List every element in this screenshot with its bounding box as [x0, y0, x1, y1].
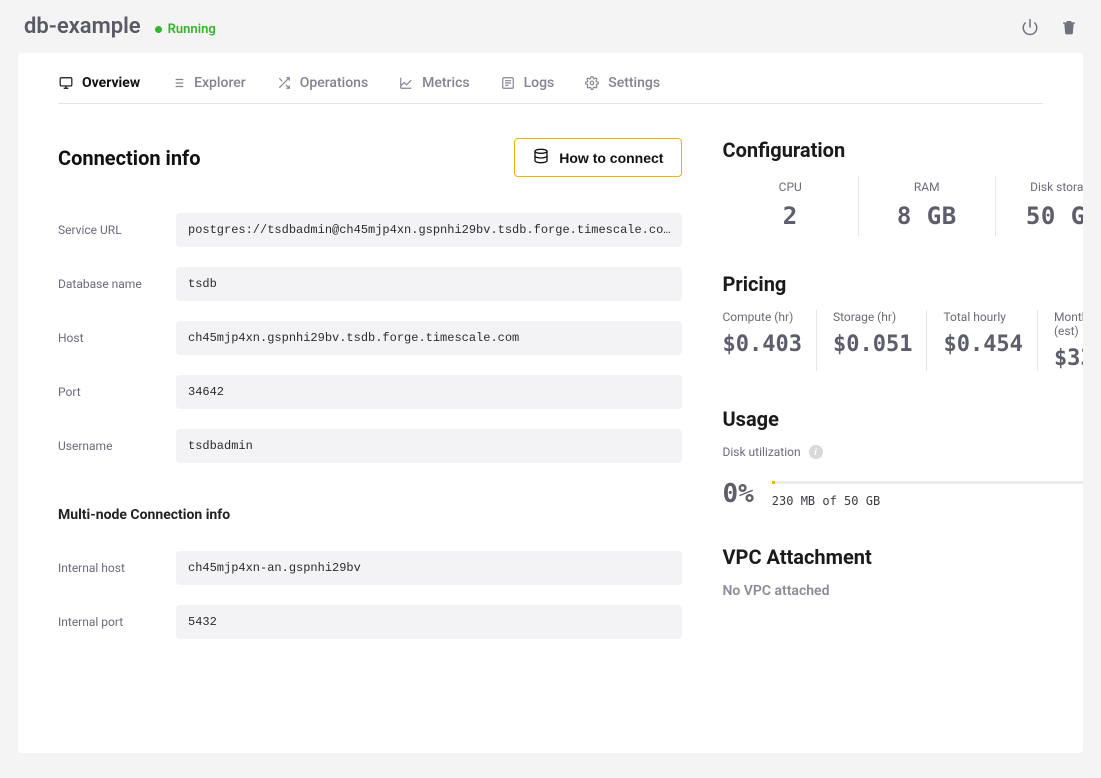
title-wrap: db-example Running [24, 14, 216, 39]
trash-icon[interactable] [1061, 18, 1077, 36]
tab-label: Logs [524, 75, 555, 91]
main-card: Overview Explorer Operations Metrics Log… [18, 53, 1083, 753]
stat-value: 50 GB [1004, 202, 1083, 230]
tab-overview[interactable]: Overview [58, 75, 140, 91]
row-host: Host ch45mjp4xn.gspnhi29bv.tsdb.forge.ti… [58, 321, 682, 355]
usage-bar-wrap: 230 MB of 50 GB [772, 481, 1083, 508]
price-label: Total hourly [943, 310, 1022, 324]
tab-label: Settings [608, 75, 660, 91]
connection-header: Connection info How to connect [58, 138, 682, 177]
field-value[interactable]: 34642 [176, 375, 682, 409]
pricing-stats: Compute (hr) $0.403 Storage (hr) $0.051 … [722, 310, 1083, 371]
tab-label: Operations [300, 75, 368, 91]
pricing-title: Pricing [722, 272, 1083, 296]
field-value[interactable]: tsdbadmin [176, 429, 682, 463]
row-username: Username tsdbadmin [58, 429, 682, 463]
usage-bar [772, 481, 1083, 484]
usage-bar-fill [772, 481, 776, 484]
field-label: Port [58, 385, 158, 399]
field-value[interactable]: tsdb [176, 267, 682, 301]
usage-section: Usage Disk utilization i 0% 230 MB of 50… [722, 407, 1083, 509]
stat-disk: Disk storage 50 GB [995, 176, 1083, 236]
tab-label: Overview [82, 75, 140, 91]
usage-title: Usage [722, 407, 1083, 431]
info-icon[interactable]: i [809, 445, 823, 459]
stat-ram: RAM 8 GB [858, 176, 995, 236]
price-value: $0.051 [833, 332, 912, 357]
price-label: Monthly (est) i [1054, 310, 1083, 338]
price-compute: Compute (hr) $0.403 [722, 310, 815, 371]
price-monthly: Monthly (est) i $332 [1037, 310, 1083, 371]
usage-body: 0% 230 MB of 50 GB [722, 479, 1083, 509]
tab-explorer[interactable]: Explorer [170, 75, 246, 91]
status-text: Running [168, 22, 216, 37]
vpc-text: No VPC attached [722, 583, 1083, 599]
field-label: Database name [58, 277, 158, 291]
price-value: $332 [1054, 346, 1083, 371]
pricing-section: Pricing Compute (hr) $0.403 Storage (hr)… [722, 272, 1083, 371]
status-badge: Running [155, 22, 216, 37]
header-actions [1021, 18, 1077, 36]
tab-label: Metrics [422, 75, 469, 91]
configuration-title: Configuration [722, 138, 1083, 162]
field-value[interactable]: postgres://tsdbadmin@ch45mjp4xn.gspnhi29… [176, 213, 682, 247]
connection-fields: Service URL postgres://tsdbadmin@ch45mjp… [58, 213, 682, 463]
price-hourly: Total hourly $0.454 [926, 310, 1036, 371]
content-columns: Connection info How to connect Service U… [58, 138, 1043, 683]
usage-percent: 0% [722, 479, 753, 509]
how-to-connect-button[interactable]: How to connect [514, 138, 682, 177]
stat-label: Disk storage [1004, 180, 1083, 194]
price-label: Storage (hr) [833, 310, 912, 324]
row-internal-port: Internal port 5432 [58, 605, 682, 639]
field-label: Internal host [58, 561, 158, 575]
database-icon [533, 148, 549, 167]
field-label: Host [58, 331, 158, 345]
row-service-url: Service URL postgres://tsdbadmin@ch45mjp… [58, 213, 682, 247]
row-internal-host: Internal host ch45mjp4xn-an.gspnhi29bv [58, 551, 682, 585]
stat-value: 8 GB [867, 202, 987, 230]
field-label: Internal port [58, 615, 158, 629]
stat-cpu: CPU 2 [722, 176, 858, 236]
multinode-title: Multi-node Connection info [58, 507, 682, 523]
row-port: Port 34642 [58, 375, 682, 409]
howto-label: How to connect [559, 150, 663, 166]
right-column: Configuration CPU 2 RAM 8 GB Disk storag… [722, 138, 1083, 683]
vpc-section: VPC Attachment No VPC attached [722, 545, 1083, 599]
stat-value: 2 [730, 202, 850, 230]
power-icon[interactable] [1021, 18, 1039, 36]
configuration-stats: CPU 2 RAM 8 GB Disk storage 50 GB [722, 176, 1083, 236]
field-value[interactable]: ch45mjp4xn-an.gspnhi29bv [176, 551, 682, 585]
vpc-title: VPC Attachment [722, 545, 1083, 569]
row-database-name: Database name tsdb [58, 267, 682, 301]
tab-metrics[interactable]: Metrics [398, 75, 469, 91]
usage-text: 230 MB of 50 GB [772, 494, 1083, 508]
page-header: db-example Running [0, 0, 1101, 53]
service-name: db-example [24, 14, 141, 39]
usage-sublabel: Disk utilization i [722, 445, 1083, 459]
price-storage: Storage (hr) $0.051 [816, 310, 926, 371]
price-label: Compute (hr) [722, 310, 801, 324]
field-value[interactable]: ch45mjp4xn.gspnhi29bv.tsdb.forge.timesca… [176, 321, 682, 355]
tab-label: Explorer [194, 75, 246, 91]
price-value: $0.454 [943, 332, 1022, 357]
status-dot-icon [155, 26, 162, 33]
tabs: Overview Explorer Operations Metrics Log… [58, 75, 1043, 104]
price-value: $0.403 [722, 332, 801, 357]
tab-operations[interactable]: Operations [276, 75, 368, 91]
tab-logs[interactable]: Logs [500, 75, 555, 91]
connection-title: Connection info [58, 146, 201, 170]
left-column: Connection info How to connect Service U… [58, 138, 682, 683]
field-label: Service URL [58, 223, 158, 237]
multinode-fields: Internal host ch45mjp4xn-an.gspnhi29bv I… [58, 551, 682, 639]
tab-settings[interactable]: Settings [584, 75, 660, 91]
stat-label: RAM [867, 180, 987, 194]
field-value[interactable]: 5432 [176, 605, 682, 639]
configuration-section: Configuration CPU 2 RAM 8 GB Disk storag… [722, 138, 1083, 236]
field-label: Username [58, 439, 158, 453]
stat-label: CPU [730, 180, 850, 194]
